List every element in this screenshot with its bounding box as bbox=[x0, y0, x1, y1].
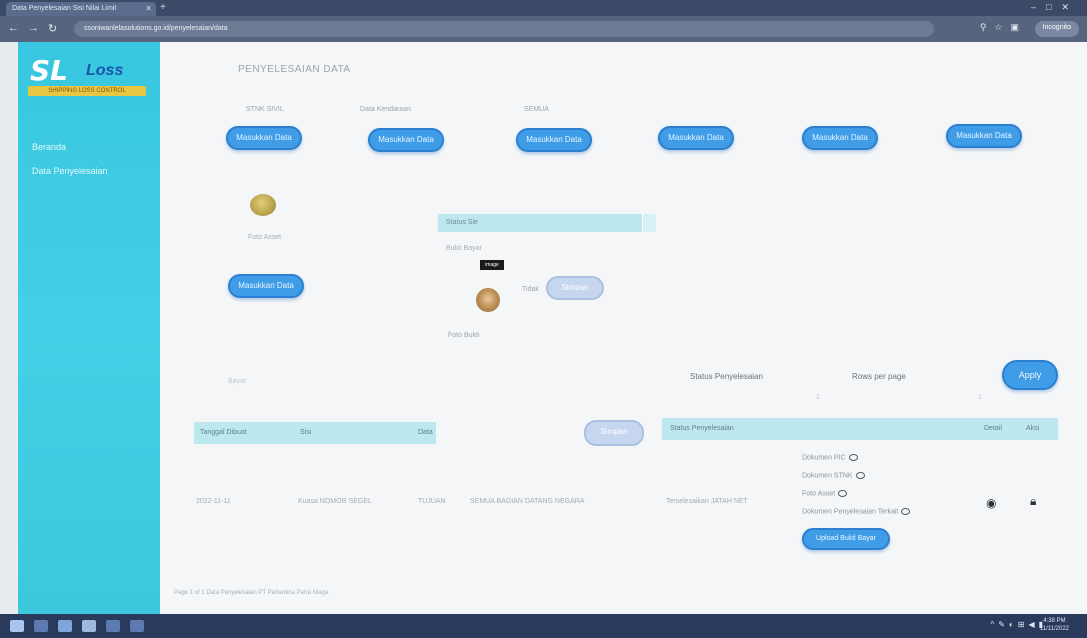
masukkan-data-button[interactable]: Masukkan Data bbox=[802, 126, 878, 150]
browser-tab[interactable]: Data Penyelesaian Sisi Nilai Limit ✕ bbox=[6, 2, 156, 16]
row-date: 2022-11-11 bbox=[196, 498, 231, 505]
footer-text: Page 1 of 1 Data Penyelesaian PT Pertami… bbox=[174, 590, 329, 596]
rows-per-page-label: Rows per page bbox=[852, 372, 906, 381]
column-header: Detail bbox=[984, 425, 1002, 432]
browser-tabbar: Data Penyelesaian Sisi Nilai Limit ✕ + –… bbox=[0, 0, 1087, 16]
asset-photo-caption: Foto Asset bbox=[248, 234, 282, 241]
sidebar: SL Loss SHIPPING LOSS CONTROL Beranda Da… bbox=[18, 42, 160, 614]
column-label: SEMUA bbox=[524, 106, 549, 113]
forward-icon[interactable]: → bbox=[28, 22, 39, 34]
profile-label: Incognito bbox=[1042, 24, 1071, 31]
close-icon[interactable]: ✕ bbox=[145, 4, 152, 13]
extension-icons[interactable]: ⚲☆▣ bbox=[980, 22, 1027, 33]
address-bar: ← → ↻ ssoniwanlelasolutions.go.id/penyel… bbox=[0, 16, 1087, 42]
masukkan-data-button[interactable]: Masukkan Data bbox=[226, 126, 302, 150]
document-link[interactable]: Foto Asset bbox=[802, 490, 848, 498]
search-icon[interactable] bbox=[34, 620, 48, 632]
row-status: Terselesaikan JATAH NET bbox=[666, 498, 748, 505]
sidebar-item-beranda[interactable]: Beranda bbox=[32, 142, 66, 152]
document-label: Dokumen PIC bbox=[802, 454, 846, 462]
payment-photo bbox=[476, 288, 500, 312]
row-sisi: Kuasa NOMOR SEGEL bbox=[298, 498, 372, 505]
status-select-label: Status Sie bbox=[446, 219, 478, 226]
payment-photo-caption: Foto Bukti bbox=[448, 332, 480, 339]
new-tab-icon[interactable]: + bbox=[160, 2, 166, 13]
document-link[interactable]: Dokumen Penyelesaian Terkait bbox=[802, 508, 911, 516]
status-filter-select[interactable]: 1 bbox=[816, 394, 820, 401]
masukkan-data-button[interactable]: Masukkan Data bbox=[368, 128, 444, 152]
masukkan-data-button[interactable]: Masukkan Data bbox=[658, 126, 734, 150]
view-detail-icon[interactable]: ◉ bbox=[986, 496, 996, 510]
window-controls[interactable]: –□✕ bbox=[1031, 2, 1079, 13]
view-icon[interactable] bbox=[848, 454, 858, 461]
column-header: Sisi bbox=[300, 429, 312, 436]
logo: SL Loss SHIPPING LOSS CONTROL bbox=[28, 52, 146, 96]
back-icon[interactable]: ← bbox=[8, 22, 19, 34]
clock-time: 4:38 PM bbox=[1043, 618, 1066, 624]
row-data: SEMUA BAGIAN DATANG NEGARA bbox=[470, 498, 585, 505]
simpan-table-button[interactable]: Simpan bbox=[584, 420, 644, 446]
asset-photo bbox=[250, 194, 276, 216]
document-label: Foto Asset bbox=[802, 490, 836, 498]
system-tray[interactable]: ^✎◐⊞◀▮ bbox=[990, 620, 1047, 629]
logo-main: SL bbox=[30, 54, 69, 87]
main-content: PENYELESAIAN DATA STNK SIVIL Data Kendar… bbox=[160, 42, 1087, 614]
clock[interactable]: 4:38 PM 11/11/2022 bbox=[1040, 617, 1069, 633]
column-header: Data bbox=[418, 429, 433, 436]
profile-button[interactable]: Incognito bbox=[1034, 21, 1079, 37]
app-icon[interactable] bbox=[130, 620, 144, 632]
masukkan-data-button[interactable]: Masukkan Data bbox=[946, 124, 1022, 148]
rows-per-page-select[interactable]: 1 bbox=[978, 394, 982, 401]
url-text: ssoniwanlelasolutions.go.id/penyelesaian… bbox=[84, 25, 228, 32]
simpan-button[interactable]: Simpan bbox=[546, 276, 604, 300]
document-label: Dokumen Penyelesaian Terkait bbox=[802, 508, 899, 516]
column-header: Status Penyelesaian bbox=[670, 425, 734, 432]
left-table-header: Tanggal Dibuat Sisi Data bbox=[194, 422, 436, 444]
clock-date: 11/11/2022 bbox=[1039, 626, 1069, 632]
logo-tag: SHIPPING LOSS CONTROL bbox=[28, 86, 146, 96]
start-icon[interactable] bbox=[10, 620, 24, 632]
document-link[interactable]: Dokumen STNK bbox=[802, 472, 865, 479]
sidebar-item-data-penyelesaian[interactable]: Data Penyelesaian bbox=[32, 166, 108, 176]
lock-icon[interactable]: 🔒︎ bbox=[1030, 494, 1036, 509]
column-label: Data Kendaraan bbox=[360, 106, 411, 113]
apply-button[interactable]: Apply bbox=[1002, 360, 1058, 390]
ratio-label: Tidak bbox=[522, 286, 539, 293]
row-tujuan: TUJUAN bbox=[418, 498, 446, 505]
chevron-down-icon[interactable] bbox=[642, 214, 656, 232]
browser-tab-title: Data Penyelesaian Sisi Nilai Limit bbox=[12, 5, 117, 12]
payment-thumbnail[interactable]: image bbox=[480, 260, 504, 270]
right-table-header: Status Penyelesaian Detail Aksi bbox=[662, 418, 1058, 440]
view-icon[interactable] bbox=[901, 508, 911, 515]
reload-icon[interactable]: ↻ bbox=[48, 22, 57, 35]
search-label: Bayar bbox=[228, 378, 247, 385]
explorer-icon[interactable] bbox=[58, 620, 72, 632]
taskbar: ^✎◐⊞◀▮ 4:38 PM 11/11/2022 bbox=[0, 614, 1087, 638]
masukkan-data-button-secondary[interactable]: Masukkan Data bbox=[228, 274, 304, 298]
column-label: STNK SIVIL bbox=[246, 106, 284, 113]
app-icon[interactable] bbox=[106, 620, 120, 632]
chrome-icon[interactable] bbox=[82, 620, 96, 632]
status-penyelesaian-label: Status Penyelesaian bbox=[690, 372, 763, 381]
url-field[interactable]: ssoniwanlelasolutions.go.id/penyelesaian… bbox=[74, 21, 934, 37]
upload-bukti-bayar-button[interactable]: Upload Bukti Bayar bbox=[802, 528, 890, 550]
status-select[interactable]: Status Sie bbox=[438, 214, 656, 232]
view-icon[interactable] bbox=[838, 490, 848, 497]
logo-sub: Loss bbox=[86, 62, 124, 79]
page-title: PENYELESAIAN DATA bbox=[238, 64, 351, 75]
masukkan-data-button[interactable]: Masukkan Data bbox=[516, 128, 592, 152]
document-link[interactable]: Dokumen PIC bbox=[802, 454, 858, 461]
view-icon[interactable] bbox=[855, 472, 865, 479]
column-header: Aksi bbox=[1026, 425, 1040, 432]
document-label: Dokumen STNK bbox=[802, 472, 853, 480]
status-sub-label: Bukti Bayar bbox=[446, 245, 482, 252]
column-header: Tanggal Dibuat bbox=[200, 429, 247, 436]
